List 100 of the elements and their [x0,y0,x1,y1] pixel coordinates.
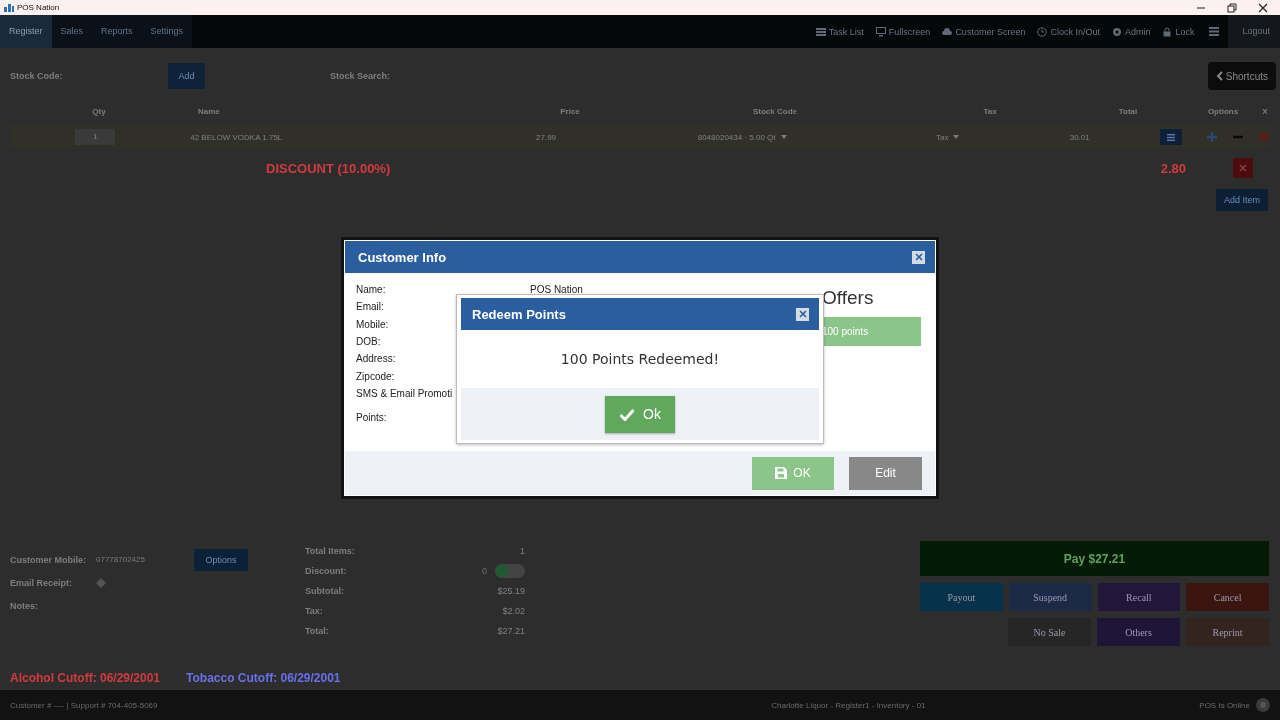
ok-button[interactable]: Ok [605,395,675,433]
list-icon [815,26,826,37]
field-label: DOB: [356,336,381,348]
logout-button[interactable]: Logout [1228,15,1280,48]
chevron-left-icon [1215,71,1223,81]
nav-link[interactable]: Fullscreen [869,26,937,37]
options-button[interactable]: Options [194,548,248,571]
list-icon [1166,133,1175,141]
column-header: Stock Code [753,106,797,116]
action-button[interactable]: Suspend [1008,583,1092,611]
field-label: Mobile: [356,318,389,330]
nav-tab[interactable]: Reports [92,15,142,48]
status-icon [1256,698,1270,712]
table-cell: 27.99 [536,132,557,142]
nav-tab[interactable]: Register [0,15,52,48]
pay-button[interactable]: Pay $27.21 [920,541,1269,576]
email-receipt-label: Email Receipt: [10,577,74,588]
field-label: Points: [356,412,387,424]
nav-link[interactable]: Admin [1105,26,1157,37]
table-cell: 42 BELOW VODKA 1.75L [190,132,283,142]
close-button[interactable] [796,307,809,321]
app-logo-icon [4,3,14,12]
nav-link[interactable]: Lock [1156,26,1201,37]
field-label: Name: [356,284,386,296]
caret-icon [953,135,960,139]
window-title: POS Nation [17,3,60,12]
support-text: Customer # ---- | Support # 704-405-5069 [10,700,158,710]
stock-search-label: Stock Search: [330,71,392,81]
check-icon [619,407,636,421]
store-info: Charlotte Liquor - Register1 - Inventory - 01 [771,700,926,710]
total-label: Discount: [305,566,347,576]
total-value: $2.02 [502,606,525,616]
cutoff-label: Tobacco Cutoff: 06/29/2001 [186,671,341,685]
cloud-icon [942,26,953,37]
caret-icon [780,135,787,139]
total-value: $25.19 [497,586,525,596]
total-label: Total Items: [305,546,355,556]
online-status: POS Is Online [1199,700,1250,710]
stock-code-label: Stock Code: [10,71,64,81]
close-icon [798,310,807,318]
table-cell: 30.01 [1069,132,1090,142]
column-header: Qty [92,106,106,116]
action-button[interactable]: Payout [920,583,1003,611]
notes-label: Notes: [10,600,39,611]
field-label: Email: [356,301,384,313]
column-header: Name [198,106,220,116]
shortcuts-button[interactable]: Shortcuts [1207,62,1276,90]
nav-link[interactable]: Customer Screen [936,26,1032,37]
nav-tab[interactable]: Sales [51,15,93,48]
save-icon [775,467,788,479]
offers-heading: Offers [822,287,874,310]
remove-discount-button[interactable] [1233,158,1253,178]
lock-icon [1162,26,1173,37]
field-value: POS Nation [530,284,583,296]
nav-link[interactable]: Task List [809,26,870,37]
close-icon [914,253,923,261]
monitor-icon [875,26,886,37]
nav-tab[interactable]: Settings [141,15,193,48]
tax-select[interactable]: Tax [936,132,949,142]
action-button[interactable]: Recall [1097,583,1181,611]
column-header: Total [1118,106,1138,116]
column-header: Tax [983,106,997,116]
column-header: X [1262,106,1268,116]
close-button[interactable] [912,250,925,264]
discount-label: DISCOUNT (10.00%) [266,160,391,176]
settings-icon [1111,26,1122,37]
close-icon [1239,164,1247,172]
total-value: $27.21 [497,626,525,636]
add-item-button[interactable]: Add Item [1215,189,1268,211]
column-header: Price [560,106,580,116]
action-button[interactable]: No Sale [1008,618,1091,646]
total-label: Subtotal: [305,586,344,596]
edit-button[interactable]: Edit [849,456,922,490]
menu-icon [1209,27,1220,36]
total-label: Tax: [305,606,323,616]
total-value: 1 [520,546,525,556]
remove-icon [1258,131,1270,143]
toggle-icon [495,564,525,578]
field-label: Address: [356,353,396,365]
qty-field[interactable]: 1 [75,129,116,145]
action-button[interactable]: Others [1097,618,1180,646]
close-icon [1258,2,1268,13]
column-header: Options [1207,106,1239,116]
stock-code-select[interactable]: 8048020434 · 5.00 Qt [697,132,776,142]
field-label: SMS & Email Promoti [356,387,453,399]
mobile-field[interactable]: 07778702425 [96,555,194,564]
customer-mobile-label: Customer Mobile: [10,554,87,565]
total-label: Total: [305,626,329,636]
add-button[interactable]: Add [168,63,205,89]
restore-icon [1227,2,1237,13]
action-button[interactable]: Reprint [1186,618,1269,646]
dialog-title: Customer Info [358,249,447,265]
plus-icon [1206,131,1218,143]
options-button[interactable] [1159,129,1182,145]
action-button[interactable]: Cancel [1186,583,1269,611]
cutoff-label: Alcohol Cutoff: 06/29/2001 [10,671,161,685]
field-label: Zipcode: [356,370,395,382]
nav-link[interactable]: Clock In/Out [1031,26,1106,37]
discount-amount: 2.80 [1160,160,1186,176]
clock-icon [1037,26,1048,37]
